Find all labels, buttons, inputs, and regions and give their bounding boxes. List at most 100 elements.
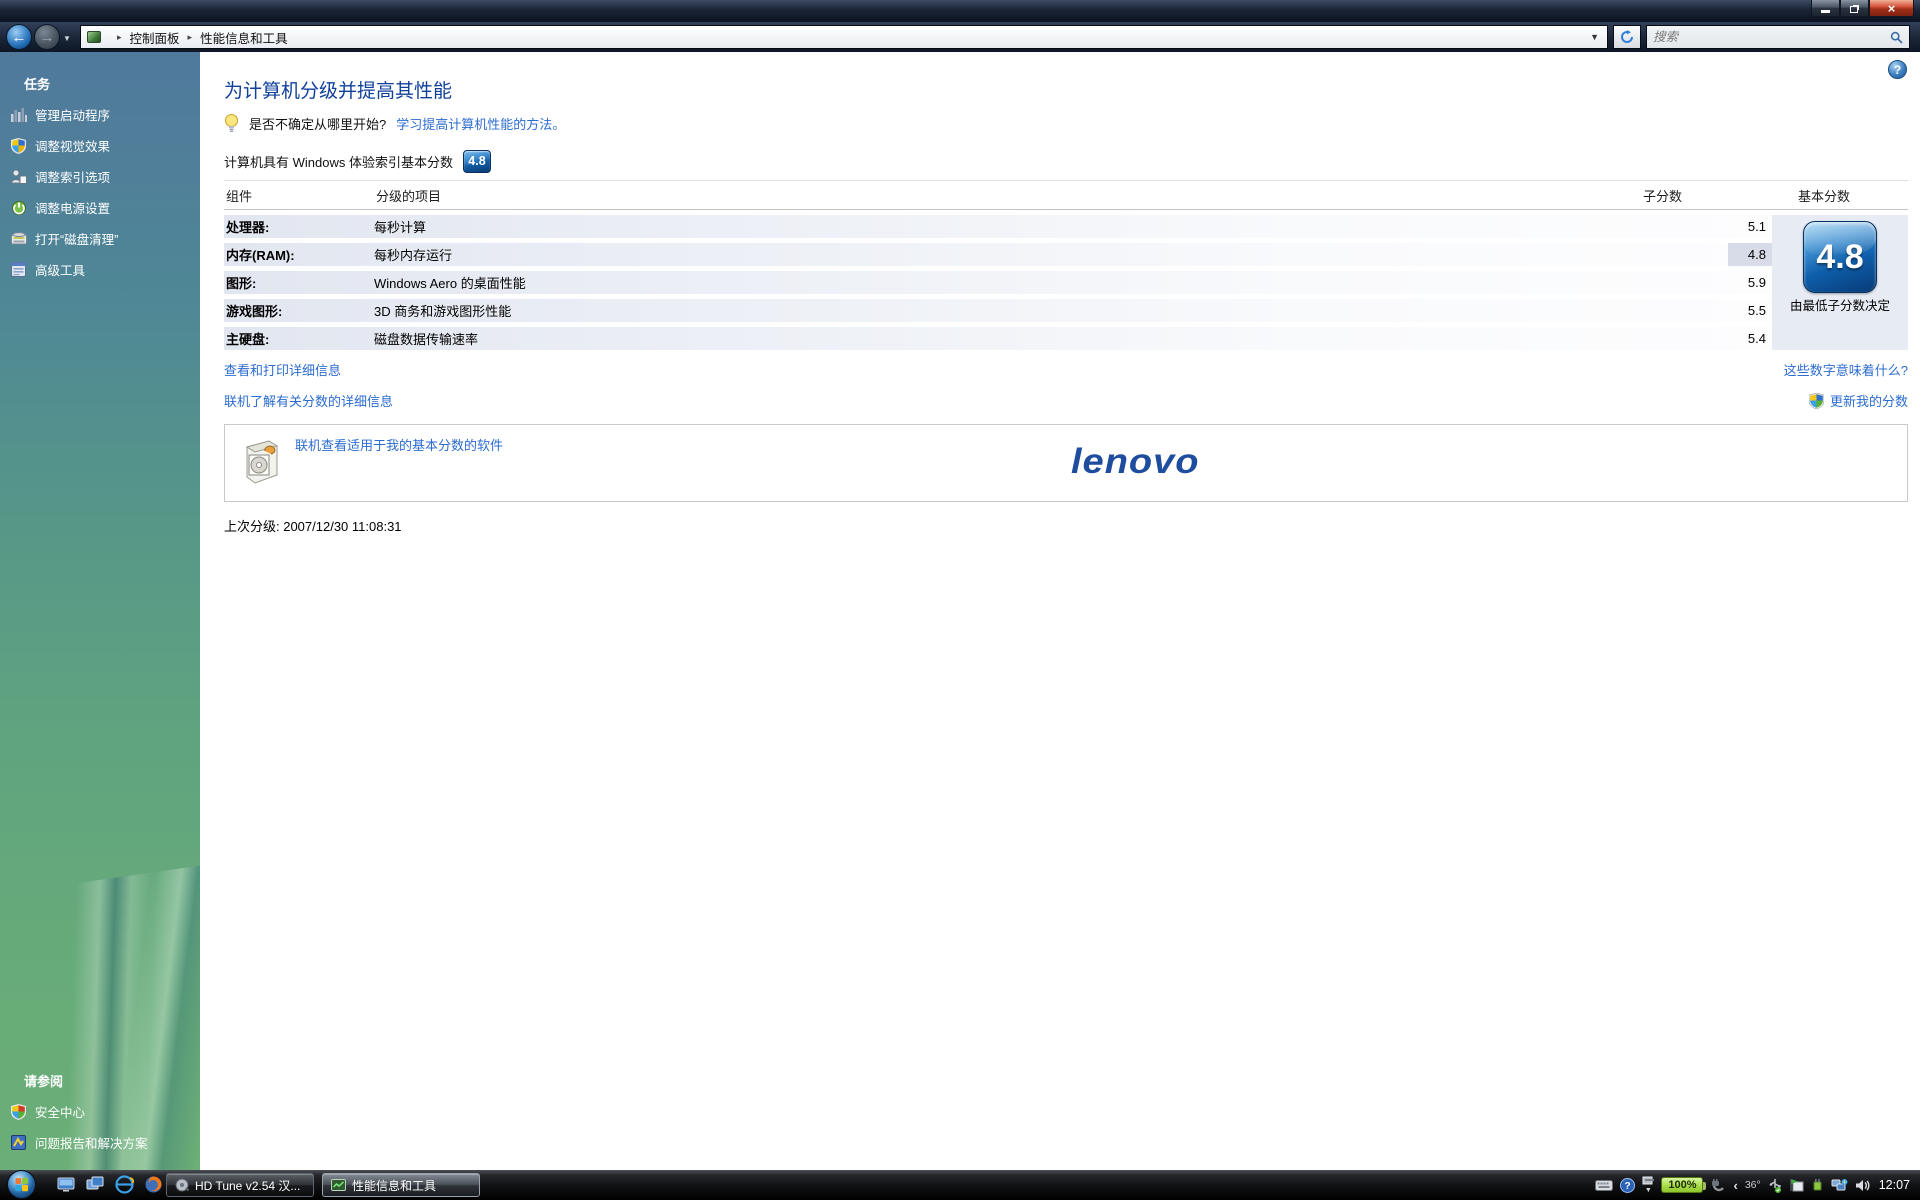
taskbar-button-label: 性能信息和工具 — [352, 1177, 436, 1194]
sidebar-item-problem-reports[interactable]: 问题报告和解决方案 — [0, 1127, 200, 1158]
switch-windows-icon[interactable] — [85, 1174, 105, 1194]
hint-question: 是否不确定从哪里开始? — [249, 114, 386, 133]
control-panel-icon — [87, 31, 101, 43]
close-button[interactable]: × — [1869, 0, 1914, 17]
taskbar-clock[interactable]: 12:07 — [1877, 1178, 1916, 1192]
lightbulb-icon — [224, 114, 239, 133]
power-settings-icon — [10, 199, 27, 216]
uac-shield-icon — [10, 137, 27, 154]
hint-row: 是否不确定从哪里开始? 学习提高计算机性能的方法。 — [224, 114, 565, 133]
start-button[interactable] — [7, 1170, 36, 1199]
software-box-icon — [241, 437, 281, 485]
close-icon: × — [1888, 2, 1896, 15]
page-title: 为计算机分级并提高其性能 — [224, 76, 452, 103]
component-cell: 主硬盘: — [224, 329, 374, 348]
safely-remove-hardware-icon[interactable] — [1768, 1178, 1782, 1193]
windows-logo-icon — [16, 1178, 28, 1192]
taskbar-button-performance-tools[interactable]: 性能信息和工具 — [322, 1173, 480, 1197]
sidebar-item-label: 调整电源设置 — [35, 198, 110, 217]
view-print-details-link[interactable]: 查看和打印详细信息 — [224, 360, 341, 379]
score-line-text: 计算机具有 Windows 体验索引基本分数 — [224, 152, 453, 171]
internet-explorer-icon[interactable] — [114, 1174, 134, 1194]
search-icon[interactable] — [1890, 31, 1903, 44]
forward-button[interactable]: → — [34, 24, 60, 50]
task-pane: 任务 管理启动程序 调整视觉效果 调整索引选项 调整电源设置 — [0, 52, 200, 1170]
desktop: × ← → ▼ ▸ 控制面板 ▸ 性能信息和工具 ▼ — [0, 0, 1920, 1200]
subscore-cell: 5.5 — [1728, 299, 1772, 322]
language-bar-icon[interactable]: ▼ — [1642, 1176, 1654, 1194]
search-input[interactable] — [1653, 30, 1890, 44]
base-score-caption: 由最低子分数决定 — [1788, 299, 1892, 315]
base-score-row: 计算机具有 Windows 体验索引基本分数 4.8 — [224, 150, 491, 173]
refresh-button[interactable] — [1613, 25, 1641, 49]
component-cell: 处理器: — [224, 217, 374, 236]
breadcrumb-performance-tools[interactable]: 性能信息和工具 — [200, 28, 288, 47]
links-row-1: 查看和打印详细信息 这些数字意味着什么? — [224, 360, 1908, 379]
sidebar-item-manage-startup[interactable]: 管理启动程序 — [0, 99, 200, 130]
component-cell: 图形: — [224, 273, 374, 292]
learn-scores-online-link[interactable]: 联机了解有关分数的详细信息 — [224, 391, 393, 410]
hdtune-tray-icon[interactable] — [1789, 1178, 1804, 1192]
column-header-component: 组件 — [224, 186, 376, 205]
minimize-button[interactable] — [1811, 0, 1840, 17]
sidebar-item-disk-cleanup[interactable]: 打开“磁盘清理” — [0, 223, 200, 254]
base-score-badge-small: 4.8 — [463, 150, 491, 173]
firefox-icon[interactable] — [143, 1174, 163, 1194]
address-bar[interactable]: ▸ 控制面板 ▸ 性能信息和工具 ▼ — [80, 25, 1608, 49]
table-row-processor: 处理器: 每秒计算 5.1 — [224, 215, 1772, 238]
subscore-cell-lowest: 4.8 — [1728, 243, 1772, 266]
subscore-cell: 5.4 — [1728, 327, 1772, 350]
battery-indicator[interactable]: 100% — [1661, 1177, 1703, 1193]
search-box — [1646, 25, 1910, 49]
rated-item-cell: 磁盘数据传输速率 — [374, 329, 1728, 348]
sidebar-item-advanced-tools[interactable]: 高级工具 — [0, 254, 200, 285]
power-status-icon[interactable] — [1811, 1178, 1824, 1192]
power-plug-icon[interactable] — [1710, 1178, 1726, 1192]
hdtune-app-icon — [175, 1178, 189, 1192]
tasks-header: 任务 — [0, 52, 200, 99]
history-dropdown-icon[interactable]: ▼ — [63, 34, 71, 43]
sidebar-item-label: 问题报告和解决方案 — [35, 1133, 148, 1152]
oem-software-box: 联机查看适用于我的基本分数的软件 lenovo — [224, 424, 1908, 502]
update-my-score-link[interactable]: 更新我的分数 — [1830, 391, 1908, 410]
table-row-primary-disk: 主硬盘: 磁盘数据传输速率 5.4 — [224, 327, 1772, 350]
column-header-base-score: 基本分数 — [1798, 186, 1908, 205]
links-row-2: 联机了解有关分数的详细信息 更新我的分数 — [224, 391, 1908, 410]
what-numbers-mean-link[interactable]: 这些数字意味着什么? — [1784, 360, 1908, 379]
restore-icon — [1850, 6, 1858, 13]
taskbar: HD Tune v2.54 汉... 性能信息和工具 ? ▼ 100% ‹ 36… — [0, 1170, 1920, 1200]
view-software-online-link[interactable]: 联机查看适用于我的基本分数的软件 — [295, 435, 503, 454]
security-shield-icon — [10, 1103, 27, 1120]
wei-score-table: 组件 分级的项目 子分数 基本分数 处理器: 每秒计算 5.1 内存(RAM):… — [224, 180, 1908, 355]
sidebar-item-visual-effects[interactable]: 调整视觉效果 — [0, 130, 200, 161]
breadcrumb-separator-icon: ▸ — [109, 32, 130, 43]
help-icon[interactable]: ? — [1888, 60, 1907, 79]
back-button[interactable]: ← — [6, 24, 32, 50]
network-tray-icon[interactable] — [1831, 1178, 1848, 1192]
table-row-graphics: 图形: Windows Aero 的桌面性能 5.9 — [224, 271, 1772, 294]
navigation-bar: ← → ▼ ▸ 控制面板 ▸ 性能信息和工具 ▼ — [0, 22, 1920, 52]
tray-help-icon[interactable]: ? — [1620, 1178, 1635, 1193]
keyboard-tray-icon[interactable] — [1595, 1180, 1613, 1191]
restore-button[interactable] — [1840, 0, 1869, 17]
address-dropdown-icon[interactable]: ▼ — [1590, 32, 1601, 42]
breadcrumb-control-panel[interactable]: 控制面板 — [130, 28, 180, 47]
lenovo-logo: lenovo — [1071, 443, 1199, 483]
tray-collapse-icon[interactable]: ‹ — [1733, 1178, 1737, 1193]
sidebar-item-label: 高级工具 — [35, 260, 85, 279]
taskbar-button-label: HD Tune v2.54 汉... — [195, 1177, 300, 1194]
table-body: 处理器: 每秒计算 5.1 内存(RAM): 每秒内存运行 4.8 图形: Wi… — [224, 215, 1908, 350]
uac-shield-icon — [1809, 393, 1824, 409]
learn-ways-link[interactable]: 学习提高计算机性能的方法。 — [396, 114, 565, 133]
sidebar-item-power-settings[interactable]: 调整电源设置 — [0, 192, 200, 223]
sidebar-item-security-center[interactable]: 安全中心 — [0, 1096, 200, 1127]
show-desktop-icon[interactable] — [56, 1174, 76, 1194]
sidebar-item-indexing-options[interactable]: 调整索引选项 — [0, 161, 200, 192]
performance-tools-app-icon — [331, 1179, 346, 1192]
column-header-rated-item: 分级的项目 — [376, 186, 1622, 205]
subscore-cell: 5.9 — [1728, 271, 1772, 294]
taskbar-button-hdtune[interactable]: HD Tune v2.54 汉... — [166, 1173, 314, 1197]
temperature-indicator[interactable]: 36° — [1745, 1179, 1761, 1191]
window-controls: × — [1811, 0, 1914, 17]
volume-tray-icon[interactable] — [1855, 1179, 1870, 1192]
